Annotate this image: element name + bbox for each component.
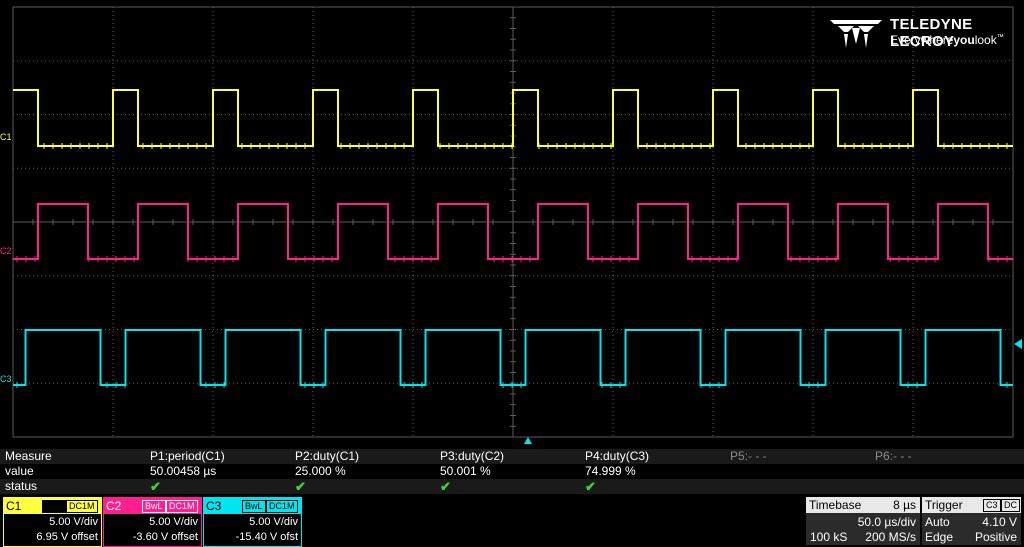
- trigger-header: Trigger C3 DC: [922, 497, 1021, 513]
- timebase-header: Timebase 8 µs: [806, 497, 920, 513]
- c3-vdiv: 5.00 V/div: [249, 516, 298, 528]
- p2-name[interactable]: P2:duty(C1): [295, 449, 359, 464]
- c2-name: C2: [106, 499, 122, 513]
- p3-value: 50.001 %: [440, 464, 491, 478]
- measure-value-row: value 50.00458 µs 25.000 % 50.001 % 74.9…: [0, 464, 1024, 479]
- c1-descriptor[interactable]: C1 BwL DC1M 5.00 V/div 6.95 V offset: [3, 497, 102, 547]
- c1-trace: [13, 89, 1013, 147]
- c3-trace: [13, 329, 1013, 386]
- c3-coupling-tag: DC1M: [266, 500, 298, 513]
- trigger-title: Trigger: [925, 498, 963, 512]
- status-row-label: status: [5, 479, 38, 493]
- timebase-delay: 8 µs: [893, 498, 916, 512]
- c3-descriptor[interactable]: C3 BwL DC1M 5.00 V/div -15.40 V ofst: [203, 497, 302, 547]
- trigger-level-marker[interactable]: [1014, 339, 1022, 349]
- timebase-rate: 200 MS/s: [865, 530, 916, 544]
- teledyne-lecroy-logo: TELEDYNE LECROY Everywhereyoulook™: [828, 14, 1018, 50]
- trigger-type: Edge: [925, 530, 954, 544]
- c1-offset: 6.95 V offset: [36, 531, 98, 543]
- c2-vdiv: 5.00 V/div: [149, 516, 198, 528]
- timebase-title: Timebase: [809, 498, 862, 512]
- measure-row-label: Measure: [5, 449, 52, 463]
- p3-status-check-icon: ✔: [440, 479, 451, 494]
- brand-tagline: Everywhereyoulook™: [890, 33, 1004, 47]
- p2-status-check-icon: ✔: [295, 479, 306, 494]
- p3-name[interactable]: P3:duty(C2): [440, 449, 504, 464]
- timebase-tdiv: 50.0 µs/div: [857, 515, 916, 529]
- c3-name: C3: [206, 499, 222, 513]
- c2-bwl-tag: BwL: [142, 500, 166, 513]
- p4-name[interactable]: P4:duty(C3): [585, 449, 649, 464]
- c2-offset: -3.60 V offset: [132, 531, 198, 543]
- trigger-level: 4.10 V: [982, 515, 1017, 529]
- lecroy-mark-icon: [830, 20, 882, 48]
- c3-marker[interactable]: C3: [0, 374, 12, 384]
- p2-value: 25.000 %: [295, 464, 346, 478]
- p4-status-check-icon: ✔: [585, 479, 596, 494]
- c1-coupling-tag: DC1M: [66, 500, 98, 513]
- c3-offset: -15.40 V ofst: [235, 531, 298, 543]
- p4-value: 74.999 %: [585, 464, 636, 478]
- trigger-slope: Positive: [974, 530, 1017, 544]
- measure-header-row: Measure P1:period(C1) P2:duty(C1) P3:dut…: [0, 449, 1024, 464]
- p1-value: 50.00458 µs: [150, 464, 217, 478]
- c3-bwl-tag: BwL: [242, 500, 266, 513]
- p5-name[interactable]: P5:- - -: [730, 449, 767, 464]
- c1-marker[interactable]: C1: [0, 132, 12, 142]
- trigger-position-marker[interactable]: [524, 437, 532, 444]
- p1-status-check-icon: ✔: [150, 479, 161, 494]
- c2-descriptor-header: C2 BwL DC1M: [104, 498, 201, 514]
- trace-area: [13, 89, 1013, 388]
- c2-descriptor[interactable]: C2 BwL DC1M 5.00 V/div -3.60 V offset: [103, 497, 202, 547]
- value-row-label: value: [5, 464, 34, 478]
- trigger-descriptor[interactable]: Trigger C3 DC Auto 4.10 V Edge Positive: [922, 497, 1021, 545]
- c2-marker[interactable]: C2: [0, 246, 12, 256]
- p1-name[interactable]: P1:period(C1): [150, 449, 225, 464]
- c1-name: C1: [6, 499, 22, 513]
- c1-vdiv: 5.00 V/div: [49, 516, 98, 528]
- c3-descriptor-header: C3 BwL DC1M: [204, 498, 301, 514]
- measurement-table[interactable]: Measure P1:period(C1) P2:duty(C1) P3:dut…: [0, 449, 1024, 496]
- timebase-descriptor[interactable]: Timebase 8 µs 50.0 µs/div 100 kS 200 MS/…: [806, 497, 920, 545]
- p6-name[interactable]: P6:- - -: [875, 449, 912, 464]
- trigger-source-tag: C3: [983, 499, 1001, 512]
- timebase-samples: 100 kS: [810, 530, 848, 544]
- c1-bwl-tag: BwL: [42, 500, 66, 513]
- c2-coupling-tag: DC1M: [166, 500, 198, 513]
- measure-status-row: status ✔ ✔ ✔ ✔: [0, 479, 1024, 494]
- waveform-display[interactable]: C1 C2 C3 TELEDYNE LECROY Everywhereyoulo…: [0, 0, 1024, 444]
- c1-descriptor-header: C1 BwL DC1M: [4, 498, 101, 514]
- trigger-coupling-tag: DC: [1001, 499, 1020, 512]
- trigger-mode: Auto: [925, 515, 950, 529]
- c2-trace: [13, 203, 1013, 260]
